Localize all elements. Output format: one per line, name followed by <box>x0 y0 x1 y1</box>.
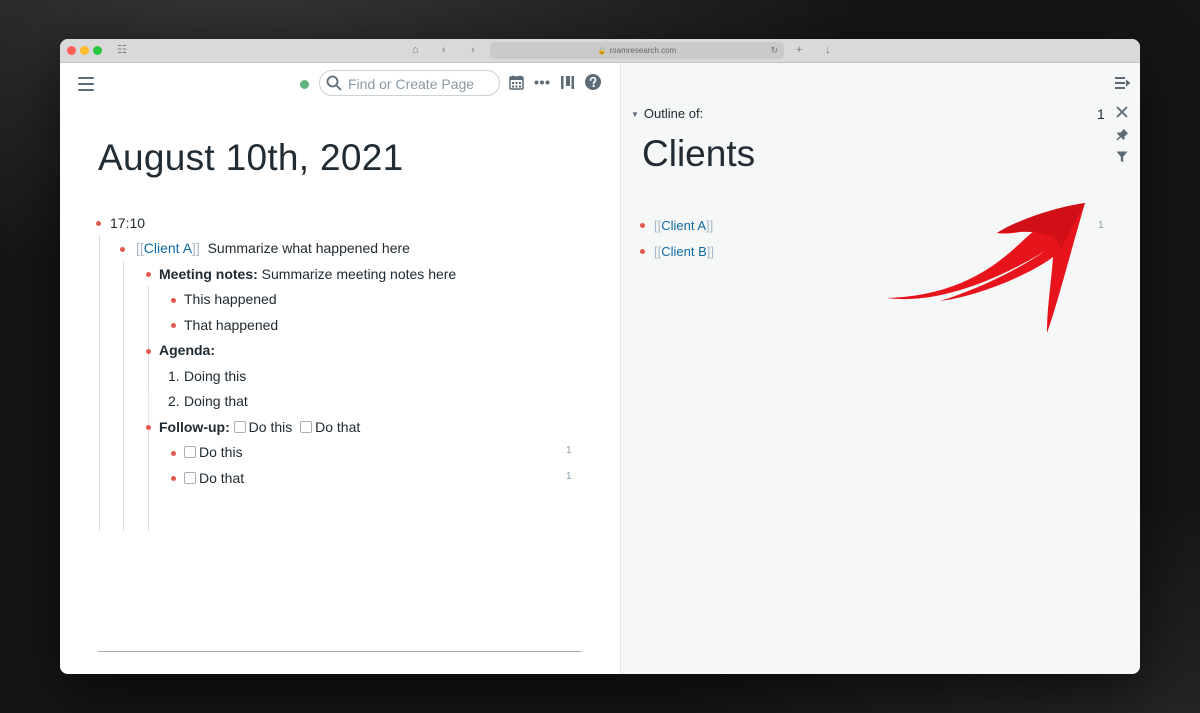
sync-status-dot <box>300 80 309 89</box>
agenda-item-doing-that[interactable]: Doing that <box>184 392 248 410</box>
browser-titlebar: ☷ ⌂ ‹ › 🔒 roamresearch.com ↻ + ↓ <box>60 39 1140 63</box>
pin-icon[interactable] <box>1116 128 1129 141</box>
close-icon[interactable] <box>1116 106 1128 118</box>
nesting-line <box>99 235 100 531</box>
block-bullet[interactable] <box>640 223 645 228</box>
reference-count[interactable]: 1 <box>1098 220 1104 231</box>
todo-checkbox[interactable] <box>300 421 313 433</box>
tab-settings-icon[interactable]: ☷ <box>117 43 127 57</box>
nesting-line <box>148 388 149 427</box>
filter-icon[interactable] <box>1116 151 1128 163</box>
ref-bracket: ]] <box>706 218 714 233</box>
sidebar-item-client-b[interactable]: [[Client B]] <box>654 244 714 260</box>
ref-bracket: ]] <box>192 240 200 256</box>
block-bullet[interactable] <box>96 221 101 226</box>
close-window-button[interactable] <box>67 46 76 55</box>
url-text: roamresearch.com <box>609 46 677 55</box>
block-follow-up[interactable]: Follow-up: Do this Do that <box>159 418 360 436</box>
search-icon <box>326 75 342 91</box>
meeting-notes-text: Summarize meeting notes here <box>261 266 457 282</box>
todo-checkbox[interactable] <box>184 472 196 484</box>
ref-bracket: ]] <box>706 244 714 259</box>
agenda-number: 2. <box>168 393 180 409</box>
ref-bracket: [[ <box>136 240 144 256</box>
block-that-happened[interactable]: That happened <box>184 316 278 334</box>
home-icon[interactable]: ⌂ <box>412 43 419 57</box>
toggle-sidebar-icon[interactable] <box>1115 76 1131 90</box>
agenda-item-doing-this[interactable]: Doing this <box>184 367 246 385</box>
client-b-link[interactable]: Client B <box>661 244 707 259</box>
main-pane: August 10th, 2021 17:10 [[Client A]] Sum… <box>60 63 620 674</box>
lock-icon: 🔒 <box>597 48 607 55</box>
more-icon[interactable] <box>534 80 550 85</box>
right-sidebar: ▼ Outline of: 1 Clients [[Client A]] 1 [[… <box>620 63 1140 674</box>
search-box[interactable] <box>319 70 500 96</box>
todo-checkbox[interactable] <box>184 446 196 458</box>
minimize-window-button[interactable] <box>80 46 89 55</box>
collapse-triangle-icon[interactable]: ▼ <box>631 110 639 119</box>
sidebar-count: 1 <box>1097 106 1105 122</box>
block-bullet[interactable] <box>146 425 151 430</box>
sidebar-item-client-a[interactable]: [[Client A]] <box>654 218 713 234</box>
nesting-line <box>123 261 124 531</box>
maximize-window-button[interactable] <box>93 46 102 55</box>
reload-icon[interactable]: ↻ <box>770 42 778 59</box>
help-icon[interactable] <box>585 74 601 90</box>
block-bullet[interactable] <box>171 298 176 303</box>
page-title[interactable]: August 10th, 2021 <box>98 137 403 179</box>
block-client[interactable]: [[Client A]] Summarize what happened her… <box>136 239 410 257</box>
block-this-happened[interactable]: This happened <box>184 290 277 308</box>
block-bullet[interactable] <box>146 349 151 354</box>
outline-header[interactable]: ▼ Outline of: <box>631 106 703 121</box>
client-summary-text: Summarize what happened here <box>207 240 410 256</box>
followup-do-that: Do that <box>315 419 361 435</box>
new-tab-icon[interactable]: + <box>796 43 802 57</box>
client-a-link[interactable]: Client A <box>144 240 192 256</box>
block-bullet[interactable] <box>146 272 151 277</box>
agenda-number: 1. <box>168 368 180 384</box>
block-bullet[interactable] <box>120 247 125 252</box>
sidebar-columns-icon[interactable] <box>560 75 575 90</box>
block-todo-do-that[interactable]: Do that <box>184 469 244 487</box>
todo-do-that-text: Do that <box>199 470 245 486</box>
block-meeting-notes[interactable]: Meeting notes: Summarize meeting notes h… <box>159 265 456 283</box>
block-agenda[interactable]: Agenda: <box>159 341 215 359</box>
todo-checkbox[interactable] <box>233 421 246 433</box>
downloads-icon[interactable]: ↓ <box>825 43 831 57</box>
meeting-notes-label: Meeting notes: <box>159 266 258 282</box>
client-a-link[interactable]: Client A <box>661 218 706 233</box>
block-bullet[interactable] <box>640 249 645 254</box>
hamburger-icon[interactable] <box>78 77 94 91</box>
outline-label: Outline of: <box>643 106 704 121</box>
calendar-icon[interactable] <box>509 75 524 90</box>
block-bullet[interactable] <box>171 323 176 328</box>
follow-up-label: Follow-up: <box>159 419 230 435</box>
page-divider <box>98 651 581 652</box>
browser-window: ☷ ⌂ ‹ › 🔒roamresearch.com ↻ + ↓ August 1… <box>60 39 1140 674</box>
followup-do-this: Do this <box>248 419 293 435</box>
reference-count[interactable]: 1 <box>566 471 572 482</box>
forward-icon[interactable]: › <box>471 43 475 57</box>
address-bar[interactable]: 🔒 roamresearch.com ↻ <box>490 42 784 59</box>
block-todo-do-this[interactable]: Do this <box>184 443 243 461</box>
annotation-arrow-icon <box>887 203 1085 333</box>
sidebar-page-title[interactable]: Clients <box>642 133 755 175</box>
back-icon[interactable]: ‹ <box>442 43 446 57</box>
block-time[interactable]: 17:10 <box>110 214 145 232</box>
todo-do-this-text: Do this <box>199 444 243 460</box>
block-bullet[interactable] <box>171 476 176 481</box>
search-input[interactable] <box>346 74 500 94</box>
reference-count[interactable]: 1 <box>566 445 572 456</box>
block-bullet[interactable] <box>171 451 176 456</box>
